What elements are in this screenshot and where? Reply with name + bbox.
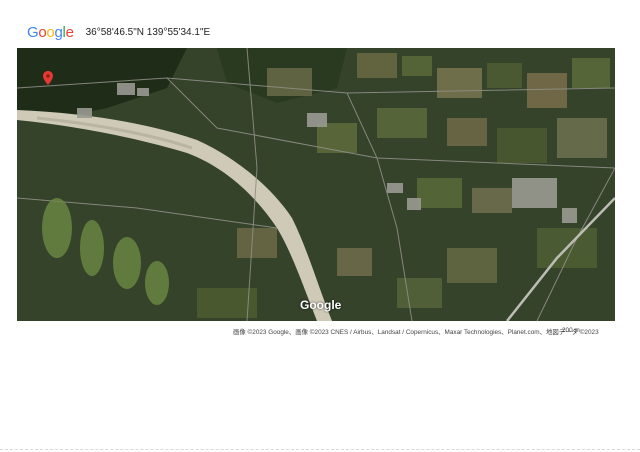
map-watermark: Google [300, 298, 342, 312]
satellite-map[interactable]: Google [17, 48, 615, 321]
location-pin-icon[interactable] [43, 71, 53, 85]
page-header: Google 36°58'46.5"N 139°55'34.1"E [27, 22, 210, 42]
satellite-imagery [17, 48, 615, 321]
google-logo: Google [27, 23, 74, 41]
map-attribution: 画像 ©2023 Google、画像 ©2023 CNES / Airbus、L… [233, 329, 599, 336]
coordinates-text: 36°58'46.5"N 139°55'34.1"E [85, 26, 211, 38]
scale-label: 200 m [562, 327, 580, 334]
page-divider [0, 449, 640, 450]
